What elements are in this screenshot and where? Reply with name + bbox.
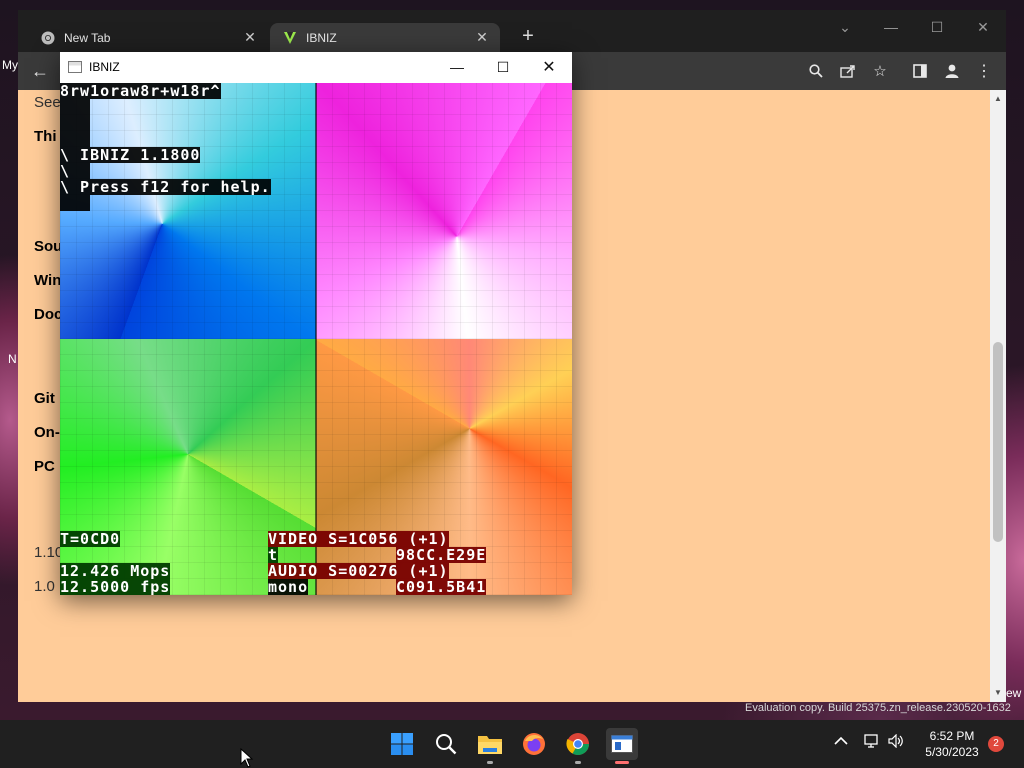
hud-mops: 12.426 Mops	[60, 562, 171, 580]
hud-t-value: 98CC.E29E	[396, 546, 487, 564]
active-indicator	[615, 761, 629, 764]
scroll-down-icon[interactable]: ▼	[993, 688, 1003, 698]
hud-video: VIDEO S=1C056 (+1)	[268, 530, 449, 548]
desktop-label-my: My	[2, 58, 18, 72]
editor-margin	[60, 99, 90, 147]
hud-mono-value: C091.5B41	[396, 578, 487, 595]
minimize-button[interactable]: —	[868, 14, 914, 40]
banner-help: \ Press f12 for help.	[60, 178, 271, 196]
banner-prefix: \	[60, 163, 90, 179]
page-link[interactable]: Sou	[34, 238, 62, 255]
page-heading: Thi	[34, 128, 57, 145]
mouse-cursor-icon	[240, 747, 254, 768]
menu-icon[interactable]: ⋮	[972, 59, 996, 83]
clock-date: 5/30/2023	[925, 745, 979, 759]
volume-icon[interactable]	[888, 733, 904, 751]
maximize-button[interactable]: ☐	[914, 14, 960, 40]
tab-strip: New Tab ✕ IBNIZ ✕ + ⌄ — ☐ ✕	[18, 10, 1006, 52]
page-text: 1.10	[34, 544, 64, 561]
close-tab-icon[interactable]: ✕	[474, 29, 490, 46]
code-editor-line[interactable]: 8rw1oraw8r+w18r^	[60, 83, 221, 99]
share-icon[interactable]	[836, 59, 860, 83]
page-text: 1.0	[34, 578, 55, 595]
scroll-thumb[interactable]	[993, 342, 1003, 542]
back-arrow-icon[interactable]: ←	[28, 59, 52, 83]
window-title: IBNIZ	[89, 60, 120, 74]
page-text: See	[34, 94, 61, 111]
file-explorer-icon[interactable]	[474, 728, 506, 764]
ibniz-titlebar[interactable]: IBNIZ — ☐ ✕	[60, 52, 572, 83]
hud-time: T=0CD0	[60, 530, 121, 548]
evaluation-watermark: Evaluation copy. Build 25375.zn_release.…	[745, 702, 1011, 714]
clock-time: 6:52 PM	[929, 729, 975, 743]
tab-label: IBNIZ	[306, 30, 337, 45]
notification-badge[interactable]: 2	[988, 736, 1004, 752]
tab-ibniz[interactable]: IBNIZ ✕	[270, 23, 500, 52]
maximize-button[interactable]: ☐	[480, 52, 526, 82]
editor-margin	[60, 195, 90, 211]
page-scrollbar[interactable]: ▲ ▼	[990, 90, 1006, 702]
desktop-label-n: N	[8, 352, 17, 366]
quadrant-divider	[315, 83, 317, 595]
close-button[interactable]: ✕	[526, 52, 572, 82]
search-icon[interactable]	[430, 728, 462, 760]
sidebar-icon[interactable]	[908, 59, 932, 83]
tab-search-chevron-icon[interactable]: ⌄	[822, 14, 868, 40]
chevron-up-icon[interactable]	[834, 734, 848, 749]
desktop-label-ew: ew	[1006, 686, 1022, 700]
firefox-icon[interactable]	[518, 728, 550, 760]
profile-icon[interactable]	[940, 59, 964, 83]
taskbar: 6:52 PM 5/30/2023	[0, 720, 1024, 768]
windows-start-icon[interactable]	[386, 728, 418, 760]
ibniz-window: IBNIZ — ☐ ✕ 8rw1oraw8r+w18r^ \ IBNIZ 1.1…	[60, 52, 572, 595]
page-link[interactable]: On-	[34, 424, 60, 441]
scroll-up-icon[interactable]: ▲	[993, 94, 1003, 104]
hud-fps: 12.5000 fps	[60, 578, 171, 595]
chrome-icon[interactable]	[562, 728, 594, 764]
ibniz-logo-icon	[282, 30, 298, 46]
page-link[interactable]: Git	[34, 390, 55, 407]
tab-new-tab[interactable]: New Tab ✕	[28, 23, 268, 52]
page-link[interactable]: Doc	[34, 306, 62, 323]
running-indicator	[487, 761, 493, 764]
ibniz-app-icon[interactable]	[606, 728, 638, 764]
window-app-icon	[68, 61, 82, 73]
close-tab-icon[interactable]: ✕	[242, 29, 258, 46]
hud-mono-label: mono	[268, 578, 309, 595]
chrome-icon	[40, 30, 56, 46]
star-icon[interactable]: ☆	[868, 59, 892, 83]
taskbar-clock[interactable]: 6:52 PM 5/30/2023	[906, 728, 998, 760]
new-tab-button[interactable]: +	[516, 25, 540, 49]
tab-label: New Tab	[64, 30, 111, 45]
hud-t-label: t	[268, 546, 279, 564]
search-icon[interactable]	[804, 59, 828, 83]
hud-audio: AUDIO S=00276 (+1)	[268, 562, 449, 580]
minimize-button[interactable]: —	[434, 52, 480, 82]
banner-version: \ IBNIZ 1.1800	[60, 146, 201, 164]
page-link[interactable]: PC	[34, 458, 55, 475]
ibniz-canvas[interactable]: 8rw1oraw8r+w18r^ \ IBNIZ 1.1800 \ \ Pres…	[60, 83, 572, 595]
close-button[interactable]: ✕	[960, 14, 1006, 40]
running-indicator	[575, 761, 581, 764]
network-icon[interactable]	[864, 734, 880, 751]
page-link[interactable]: Win	[34, 272, 61, 289]
